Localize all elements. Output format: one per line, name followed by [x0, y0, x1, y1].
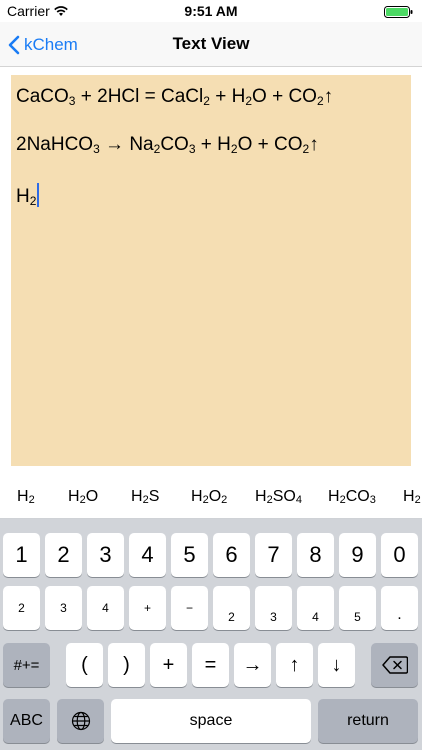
- text-run: O + CO: [237, 134, 303, 155]
- key-digit[interactable]: 4: [129, 533, 166, 577]
- key-subscript-3[interactable]: 3: [45, 586, 82, 630]
- suggestion-item[interactable]: H2: [17, 488, 35, 506]
- text-run: H: [68, 488, 80, 505]
- key-equals[interactable]: =: [192, 643, 229, 687]
- subscript: 2: [29, 194, 37, 208]
- text-run: H: [17, 488, 29, 505]
- text-run: H: [131, 488, 143, 505]
- page-title: Text View: [172, 34, 250, 53]
- text-run: CO: [160, 134, 189, 155]
- navigation-bar: kChem Text View: [0, 22, 422, 67]
- key-subscript-4[interactable]: 4: [87, 586, 124, 630]
- text-run: ↑: [323, 86, 334, 107]
- key-digit[interactable]: 8: [297, 533, 334, 577]
- text-run: ↑: [309, 134, 319, 155]
- key-digit[interactable]: 1: [3, 533, 40, 577]
- text-run: + 2HCl = CaCl: [75, 86, 204, 107]
- text-run: + H: [195, 134, 231, 155]
- text-run: CO: [345, 488, 370, 505]
- key-right-arrow[interactable]: →: [234, 643, 271, 687]
- key-lower-3[interactable]: 3: [255, 586, 292, 630]
- text-run: O: [208, 488, 222, 505]
- suggestion-bar: H2 H2O H2S H2O2 H2SO4 H2CO3 H2: [0, 478, 422, 519]
- space-bar[interactable]: space: [111, 699, 311, 743]
- subscript: 3: [93, 142, 100, 156]
- text-run: CaCO: [16, 86, 69, 107]
- subscript: 2: [221, 494, 228, 506]
- suggestion-item[interactable]: H2CO3: [328, 488, 376, 506]
- globe-icon: [71, 711, 90, 731]
- key-up-arrow[interactable]: ↑: [276, 643, 313, 687]
- clock: 9:51 AM: [184, 3, 238, 19]
- text-run: S: [148, 488, 160, 505]
- key-open-paren[interactable]: (: [66, 643, 103, 687]
- text-run: H: [191, 488, 203, 505]
- key-lower-2[interactable]: 2: [213, 586, 250, 630]
- subscript: 3: [369, 494, 376, 506]
- suggestion-item[interactable]: H2O: [68, 488, 98, 506]
- key-digit[interactable]: 9: [339, 533, 376, 577]
- delete-icon: [381, 656, 408, 674]
- text-run: H: [16, 186, 30, 207]
- suggestion-item[interactable]: H2S: [131, 488, 159, 506]
- text-run: O + CO: [252, 86, 317, 107]
- symbols-mode-button[interactable]: #+=: [3, 643, 50, 687]
- key-plus[interactable]: +: [150, 643, 187, 687]
- text-run: SO: [272, 488, 296, 505]
- key-lower-4[interactable]: 4: [297, 586, 334, 630]
- text-run: H: [403, 488, 415, 505]
- key-digit[interactable]: 6: [213, 533, 250, 577]
- battery-icon: [384, 5, 414, 18]
- abc-mode-button[interactable]: ABC: [3, 699, 50, 743]
- key-subscript-2[interactable]: 2: [3, 586, 40, 630]
- text-line: CaCO3 + 2HCl = CaCl2 + H2O + CO2↑: [16, 86, 333, 108]
- text-run: → Na: [99, 134, 154, 155]
- key-digit[interactable]: 3: [87, 533, 124, 577]
- subscript: 2: [316, 94, 324, 108]
- suggestion-item[interactable]: H2SO4: [255, 488, 302, 506]
- globe-button[interactable]: [57, 699, 104, 743]
- suggestion-item[interactable]: H2O2: [191, 488, 227, 506]
- text-run: H: [328, 488, 340, 505]
- text-cursor: [37, 183, 40, 207]
- subscript: 3: [188, 142, 196, 156]
- keyboard: 1 2 3 4 5 6 7 8 9 0 2 3 4 + − 2 3 4 5 . …: [0, 519, 422, 750]
- key-period[interactable]: .: [381, 586, 418, 630]
- text-line: 2NaHCO3 → Na2CO3 + H2O + CO2↑: [16, 134, 319, 156]
- text-view[interactable]: CaCO3 + 2HCl = CaCl2 + H2O + CO2↑ 2NaHCO…: [11, 75, 411, 466]
- key-lower-5[interactable]: 5: [339, 586, 376, 630]
- key-superscript-minus[interactable]: −: [171, 586, 208, 630]
- text-run: + H: [209, 86, 246, 107]
- key-digit[interactable]: 2: [45, 533, 82, 577]
- text-line: H2: [16, 183, 40, 208]
- key-close-paren[interactable]: ): [108, 643, 145, 687]
- key-digit[interactable]: 0: [381, 533, 418, 577]
- text-run: H: [255, 488, 267, 505]
- text-run: O: [85, 488, 99, 505]
- subscript: 2: [28, 494, 35, 506]
- subscript: 2: [203, 94, 210, 108]
- key-superscript-plus[interactable]: +: [129, 586, 166, 630]
- subscript: 2: [245, 94, 253, 108]
- delete-button[interactable]: [371, 643, 418, 687]
- subscript: 2: [414, 494, 421, 506]
- text-run: 2NaHCO: [16, 134, 94, 155]
- suggestion-item[interactable]: H2: [403, 488, 421, 506]
- status-bar: Carrier 9:51 AM: [0, 0, 422, 22]
- key-down-arrow[interactable]: ↓: [318, 643, 355, 687]
- subscript: 2: [230, 142, 238, 156]
- subscript: 4: [295, 494, 302, 506]
- key-digit[interactable]: 5: [171, 533, 208, 577]
- return-button[interactable]: return: [318, 699, 418, 743]
- key-digit[interactable]: 7: [255, 533, 292, 577]
